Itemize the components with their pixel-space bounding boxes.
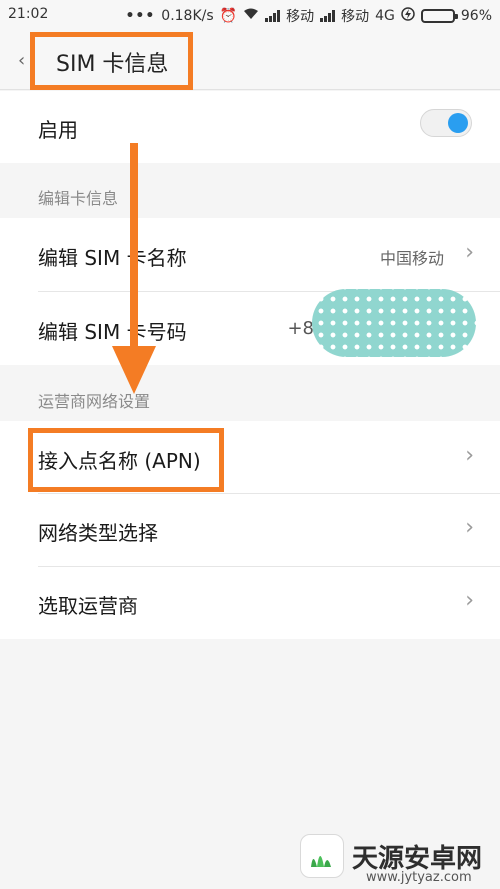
chevron-right-icon: ›	[465, 443, 474, 468]
status-right: ••• 0.18K/s ⏰ 移动 移动 4G 96%	[125, 6, 492, 26]
toggle-knob	[448, 113, 468, 133]
select-carrier-label: 选取运营商	[38, 594, 138, 618]
watermark-name: 天源安卓网	[352, 843, 483, 874]
signal-icon-2	[320, 10, 336, 22]
battery-icon	[420, 9, 458, 23]
carrier-1: 移动	[286, 9, 315, 25]
network-type: 4G	[375, 8, 395, 24]
header-bar: ‹ SIM 卡信息	[0, 30, 500, 90]
enable-toggle[interactable]	[420, 109, 472, 137]
enable-label: 启用	[38, 118, 78, 142]
more-dots-icon: •••	[125, 8, 156, 24]
edit-sim-name-row[interactable]: 编辑 SIM 卡名称 中国移动 ›	[0, 218, 500, 292]
edit-sim-name-label: 编辑 SIM 卡名称	[38, 246, 187, 270]
back-chevron-icon[interactable]: ‹	[18, 50, 25, 71]
status-bar: 21:02 ••• 0.18K/s ⏰ 移动 移动 4G 96%	[0, 0, 500, 30]
signal-icon-1	[265, 10, 281, 22]
select-carrier-row[interactable]: 选取运营商 ›	[0, 567, 500, 639]
apn-highlight-box	[28, 428, 224, 492]
sim-name-value: 中国移动	[379, 249, 444, 268]
watermark-url: www.jytyaz.com	[366, 870, 472, 885]
alarm-icon: ⏰	[219, 8, 238, 24]
network-type-label: 网络类型选择	[38, 521, 158, 545]
network-type-row[interactable]: 网络类型选择 ›	[0, 494, 500, 567]
edit-sim-number-label: 编辑 SIM 卡号码	[38, 320, 187, 344]
section-header-edit: 编辑卡信息	[38, 189, 119, 208]
battery-percent: 96%	[460, 8, 492, 24]
sim-number-value: +8	[287, 318, 314, 339]
chevron-right-icon: ›	[465, 240, 474, 265]
watermark-logo-icon	[300, 834, 344, 878]
annotation-arrow-shaft	[130, 143, 138, 348]
network-speed: 0.18K/s	[161, 8, 214, 24]
carrier-2: 移动	[341, 9, 370, 25]
chevron-right-icon: ›	[465, 588, 474, 613]
redacted-number-blur	[312, 289, 476, 357]
status-time: 21:02	[8, 6, 49, 22]
annotation-arrow-down-icon	[112, 346, 156, 394]
enable-row[interactable]: 启用	[0, 91, 500, 163]
wifi-icon	[243, 8, 259, 24]
charging-icon	[401, 7, 415, 25]
title-highlight-box	[30, 32, 193, 90]
chevron-right-icon: ›	[465, 515, 474, 540]
